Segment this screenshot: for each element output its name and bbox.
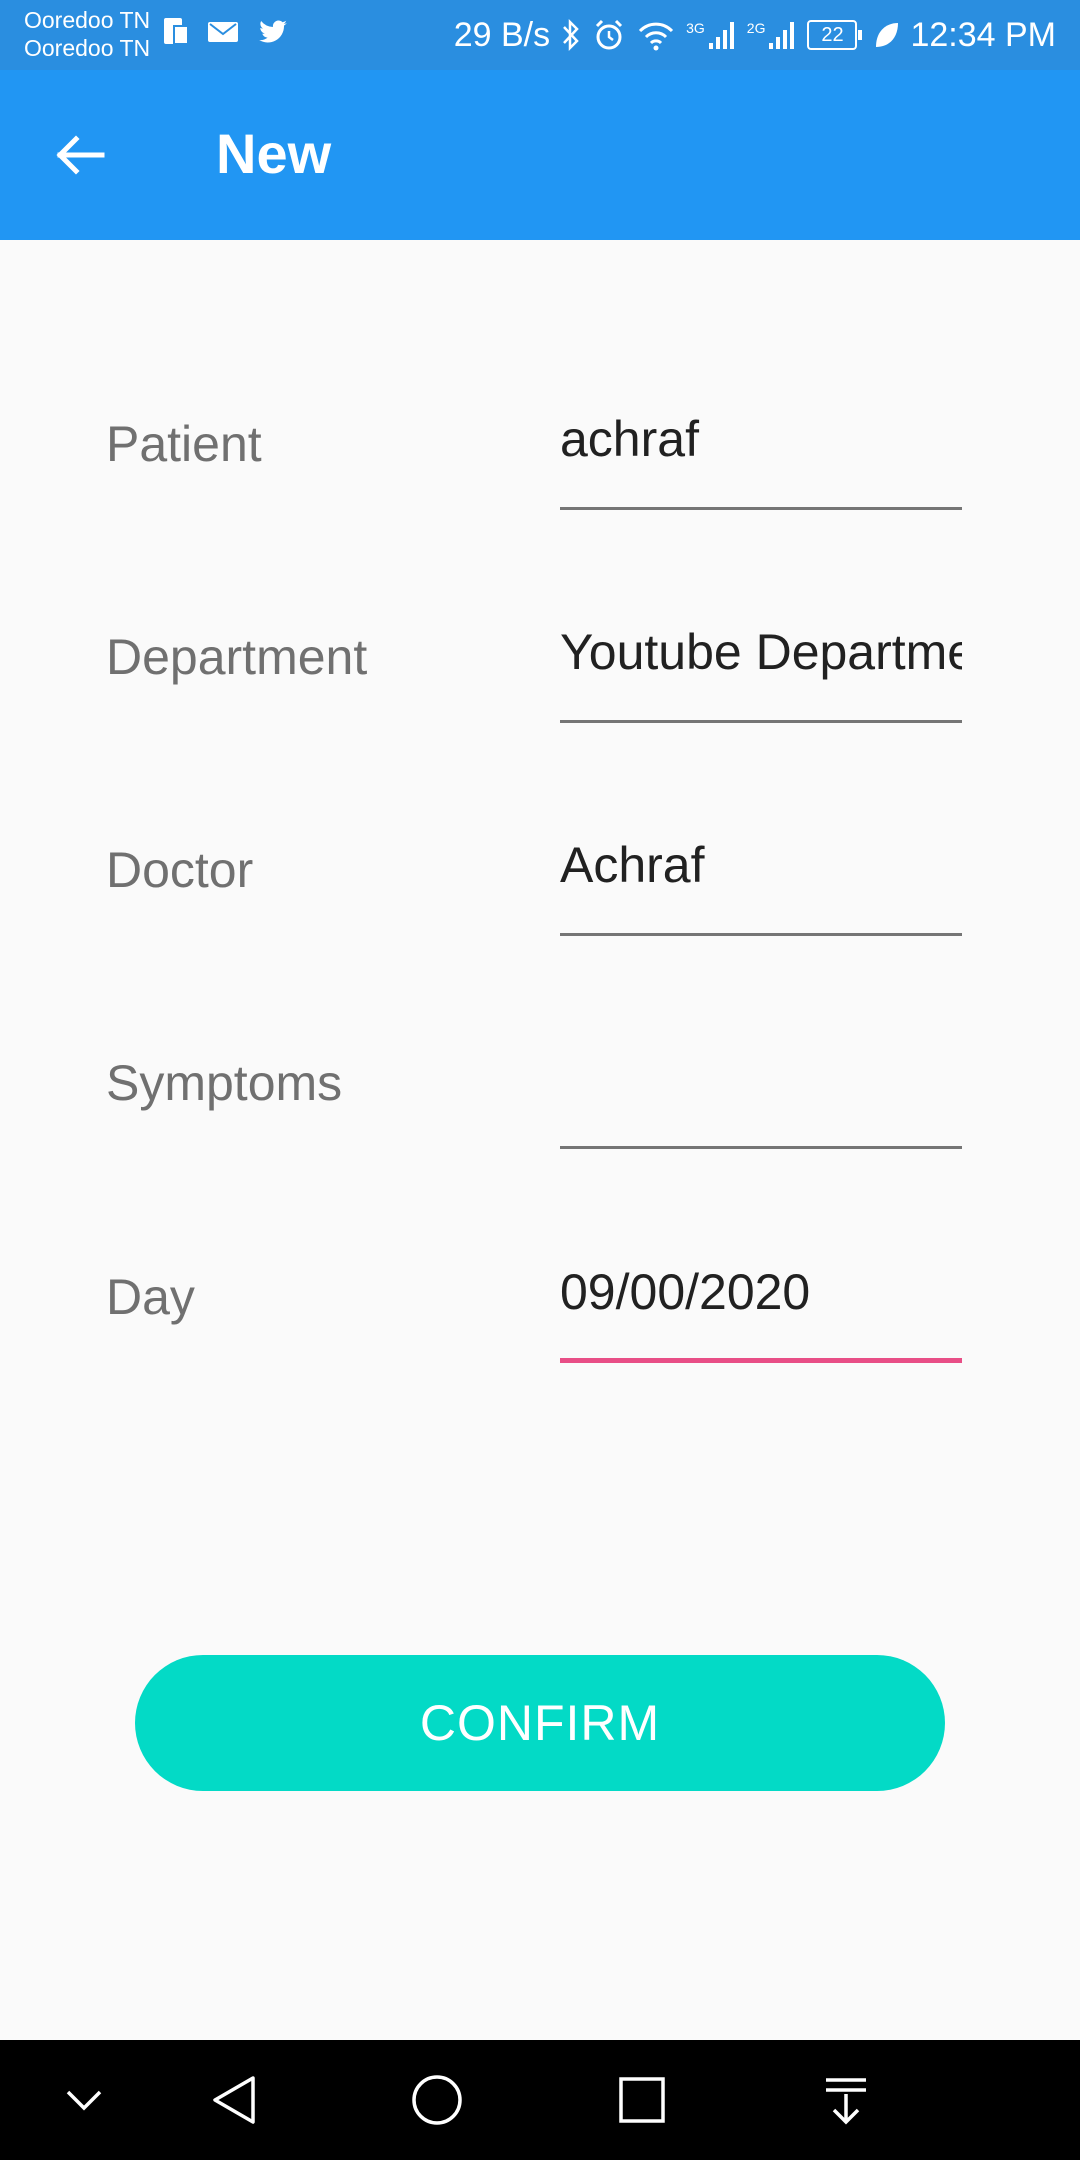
symptoms-underline [560, 1146, 962, 1149]
wifi-icon [639, 22, 674, 51]
back-button[interactable] [40, 115, 120, 195]
leaf-icon [876, 23, 899, 47]
day-field[interactable]: 09/00/2020 [560, 1253, 962, 1363]
patient-label: Patient [106, 416, 262, 472]
twitter-icon [259, 20, 287, 43]
recents-square-icon [619, 2077, 665, 2123]
nav-collapse-button[interactable] [44, 2060, 124, 2140]
day-label: Day [106, 1269, 195, 1325]
doctor-input[interactable]: Achraf [560, 836, 962, 894]
symptoms-field[interactable] [560, 1039, 962, 1149]
clock: 12:34 PM [910, 15, 1056, 54]
status-right: 29 B/s 3G 2G 22 12:34 PM [454, 0, 1056, 70]
department-underline [560, 720, 962, 723]
department-label: Department [106, 629, 368, 685]
signal-icon-1 [708, 22, 734, 49]
carrier-2: Ooredoo TN [24, 35, 151, 61]
signal-icon-2 [769, 22, 795, 49]
home-circle-icon [412, 2075, 462, 2125]
battery-level: 22 [821, 23, 844, 46]
carrier-1: Ooredoo TN [24, 7, 151, 33]
bluetooth-icon [563, 18, 579, 52]
nav-notifications-button[interactable] [806, 2060, 886, 2140]
pull-down-icon [826, 2078, 866, 2125]
patient-field[interactable]: achraf [560, 400, 962, 510]
day-input[interactable]: 09/00/2020 [560, 1263, 962, 1321]
net-speed: 29 B/s [453, 15, 551, 54]
nav-home-button[interactable] [397, 2060, 477, 2140]
network-2g-label: 2G [746, 20, 766, 36]
carrier-names: Ooredoo TN Ooredoo TN [24, 6, 150, 62]
nav-recents-button[interactable] [602, 2060, 682, 2140]
alarm-icon [596, 19, 623, 50]
message-icon [208, 22, 238, 42]
department-field[interactable]: Youtube Department [560, 613, 962, 723]
network-3g-label: 3G [686, 20, 705, 36]
confirm-button[interactable]: CONFIRM [135, 1655, 945, 1791]
nav-back-button[interactable] [195, 2060, 275, 2140]
patient-underline [560, 507, 962, 510]
sim-icon [164, 18, 189, 45]
page-title: New [216, 122, 332, 185]
patient-input[interactable]: achraf [560, 410, 962, 468]
doctor-underline [560, 933, 962, 936]
symptoms-label: Symptoms [106, 1055, 343, 1111]
arrow-back-icon [56, 135, 105, 175]
confirm-button-label: CONFIRM [419, 1695, 661, 1751]
app-bar: New [0, 70, 1080, 240]
nav-back-triangle-icon [213, 2076, 255, 2124]
day-underline-focused [560, 1358, 962, 1363]
navigation-bar [0, 2040, 1080, 2160]
notification-icons [160, 14, 290, 50]
chevron-down-icon [66, 2090, 102, 2111]
department-input[interactable]: Youtube Department [560, 623, 962, 681]
status-bar: Ooredoo TN Ooredoo TN 29 B/s 3G 2G 22 12… [0, 0, 1080, 70]
battery-icon: 22 [807, 20, 863, 50]
doctor-field[interactable]: Achraf [560, 826, 962, 936]
doctor-label: Doctor [106, 842, 254, 898]
